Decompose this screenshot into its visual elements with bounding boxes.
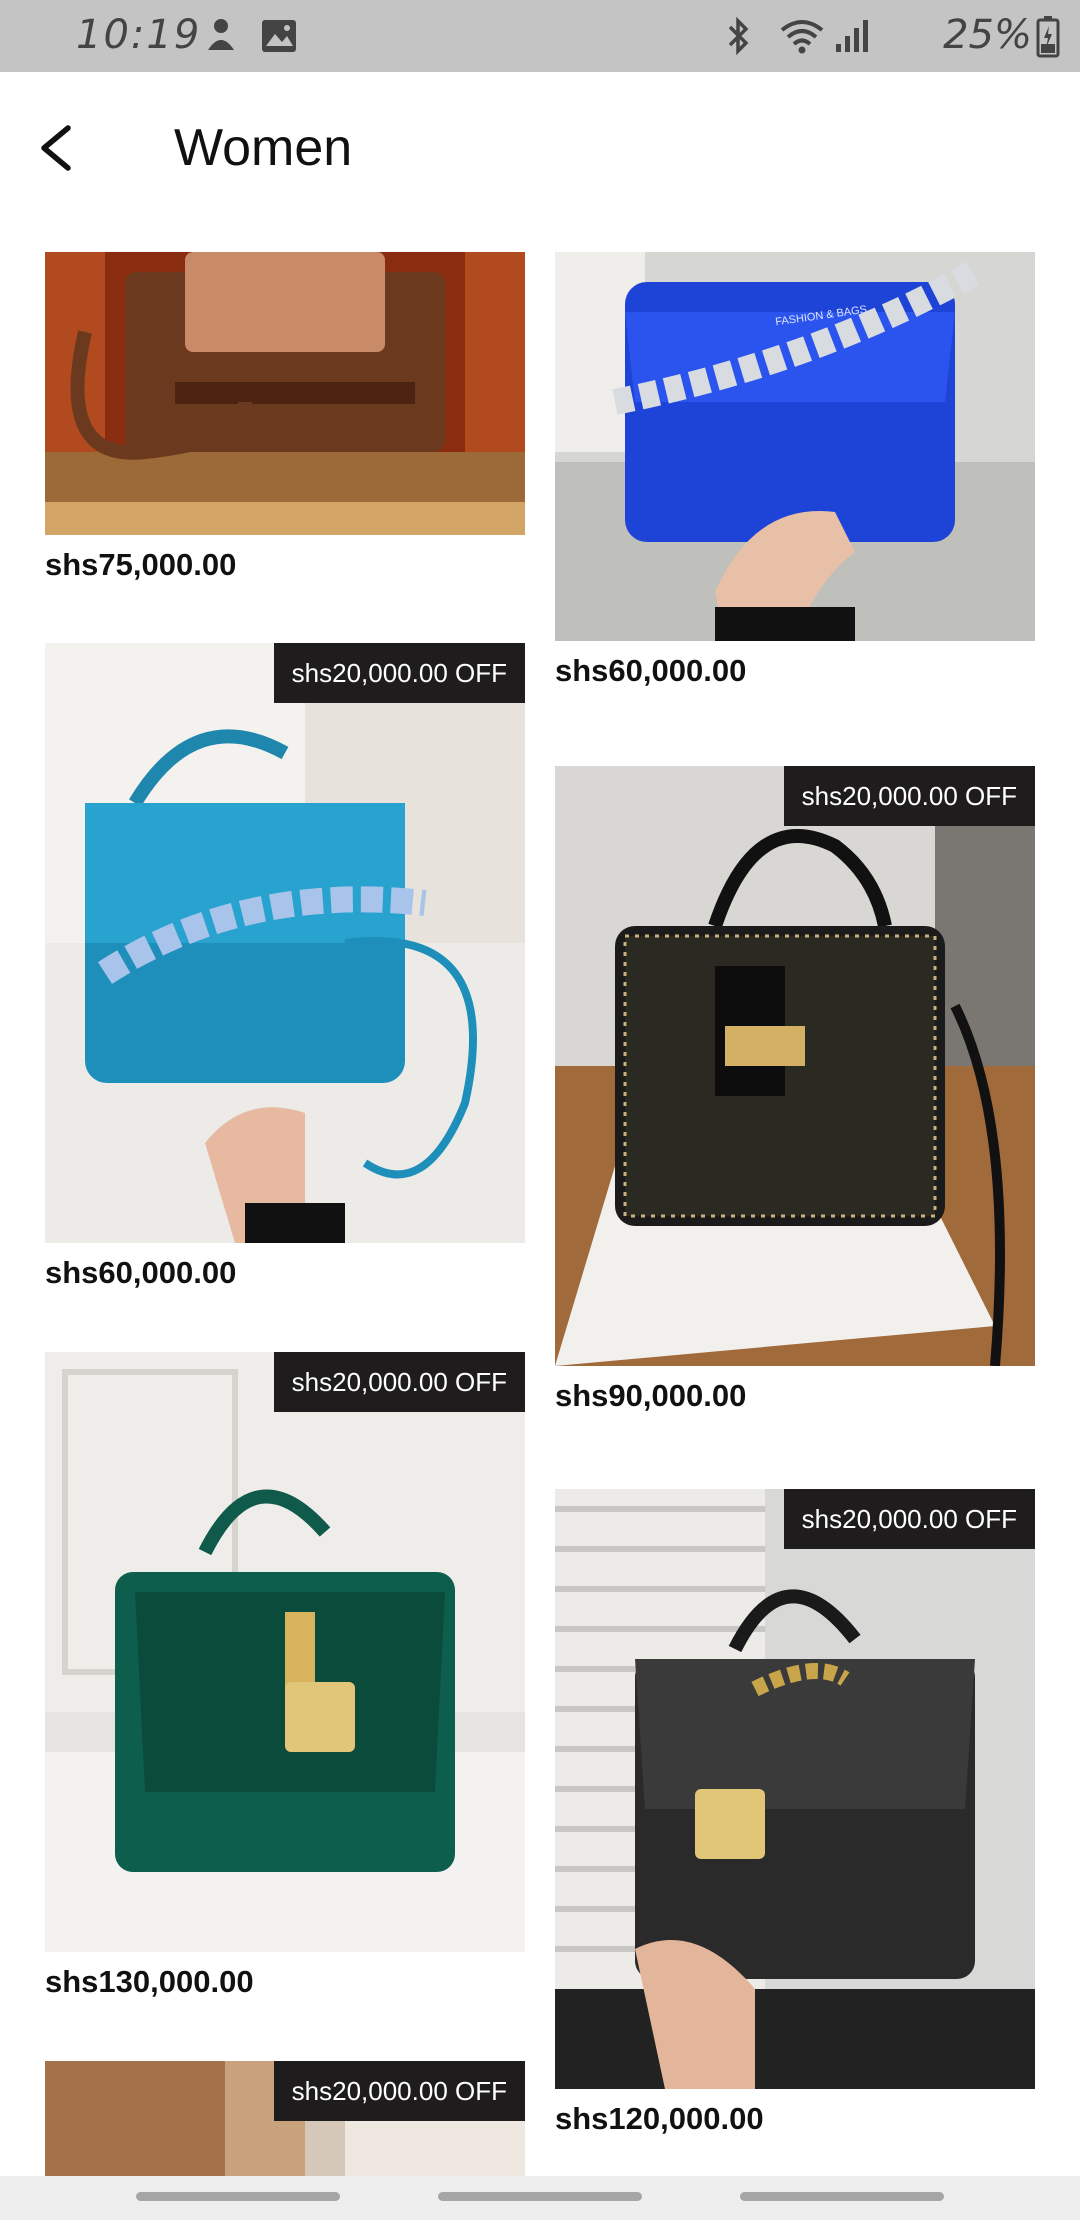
signal-icon — [836, 20, 868, 52]
product-card[interactable]: shs20,000.00 OFF shs60,000.00 — [45, 643, 525, 1293]
back-button[interactable] — [30, 112, 86, 184]
product-price: shs60,000.00 — [555, 653, 747, 688]
product-price: shs75,000.00 — [45, 547, 237, 582]
page-title: Women — [174, 119, 353, 177]
product-image[interactable] — [45, 252, 525, 535]
product-card[interactable]: shs20,000.00 OFF shs90,000.00 — [555, 766, 1035, 1416]
product-image[interactable]: shs20,000.00 OFF — [45, 643, 525, 1243]
status-bar: 10:19 25% — [0, 0, 1080, 72]
discount-badge: shs20,000.00 OFF — [273, 2061, 525, 2121]
product-card[interactable]: shs20,000.00 OFF shs120,000.00 — [555, 1489, 1035, 2139]
battery-percent: 25% — [943, 12, 1032, 58]
back-handle[interactable] — [740, 2192, 944, 2201]
discount-badge: shs20,000.00 OFF — [783, 766, 1035, 826]
chevron-left-icon — [41, 125, 71, 171]
product-card[interactable]: shs75,000.00 — [45, 252, 525, 585]
product-card[interactable]: shs20,000.00 OFF — [45, 2061, 525, 2176]
product-price: shs130,000.00 — [45, 1964, 254, 1999]
discount-badge: shs20,000.00 OFF — [273, 1352, 525, 1412]
status-time: 10:19 — [76, 12, 202, 58]
home-handle[interactable] — [438, 2192, 642, 2201]
product-price: shs90,000.00 — [555, 1378, 747, 1413]
discount-badge: shs20,000.00 OFF — [783, 1489, 1035, 1549]
notification-icon — [208, 19, 234, 50]
product-image[interactable]: shs20,000.00 OFF — [555, 766, 1035, 1366]
product-price: shs60,000.00 — [45, 1255, 237, 1290]
app-bar: Women — [0, 72, 1080, 224]
bluetooth-icon — [728, 16, 749, 56]
gallery-icon — [262, 20, 296, 52]
product-card[interactable]: shs20,000.00 OFF shs130,000.00 — [45, 1352, 525, 2002]
product-price: shs120,000.00 — [555, 2101, 764, 2136]
battery-icon — [1036, 16, 1060, 58]
product-image[interactable]: shs20,000.00 OFF — [555, 1489, 1035, 2089]
gesture-nav-bar — [0, 2176, 1080, 2220]
recent-apps-handle[interactable] — [136, 2192, 340, 2201]
product-image[interactable]: FASHION & BAGS — [555, 252, 1035, 641]
wifi-icon — [780, 20, 824, 54]
product-image[interactable]: shs20,000.00 OFF — [45, 2061, 525, 2176]
product-image[interactable]: shs20,000.00 OFF — [45, 1352, 525, 1952]
product-card[interactable]: FASHION & BAGS shs60,000.00 — [555, 252, 1035, 691]
discount-badge: shs20,000.00 OFF — [273, 643, 525, 703]
